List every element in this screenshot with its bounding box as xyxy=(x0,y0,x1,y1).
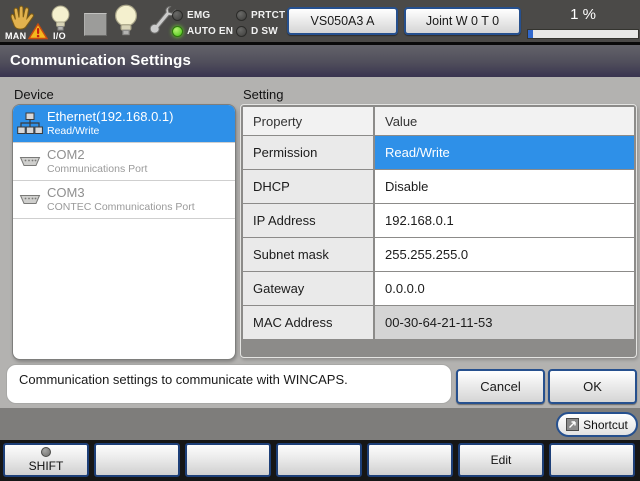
table-row: Permission Read/Write xyxy=(243,136,634,169)
robot-select-button[interactable]: VS050A3 A xyxy=(287,7,398,35)
title-bar: Communication Settings xyxy=(0,45,640,77)
column-header-value: Value xyxy=(375,107,634,135)
shortcut-label: Shortcut xyxy=(583,418,628,432)
function-key-edit[interactable]: Edit xyxy=(458,443,544,477)
coordinate-mode-button[interactable]: Joint W 0 T 0 xyxy=(404,7,521,35)
speed-percentage: 1 % xyxy=(530,6,636,23)
page-title: Communication Settings xyxy=(0,45,640,77)
ok-button[interactable]: OK xyxy=(548,369,637,404)
bottom-band xyxy=(0,408,640,440)
function-key-3[interactable] xyxy=(185,443,271,477)
function-key-2[interactable] xyxy=(94,443,180,477)
value-cell[interactable]: 192.168.0.1 xyxy=(375,204,634,237)
speed-progress-bar xyxy=(527,29,639,39)
indicator-d-sw: D SW xyxy=(236,26,278,37)
setting-section-label: Setting xyxy=(243,87,283,102)
shift-led-icon xyxy=(41,447,51,457)
manual-mode-label: MAN xyxy=(5,31,26,41)
serial-port-icon xyxy=(13,156,47,167)
function-key-bar: SHIFT Edit xyxy=(0,440,640,481)
value-cell[interactable]: Disable xyxy=(375,170,634,203)
device-section-label: Device xyxy=(14,87,54,102)
shortcut-icon xyxy=(566,418,579,431)
top-status-bar: MAN I/O EMG AUTO EN xyxy=(0,0,640,45)
value-cell[interactable]: 0.0.0.0 xyxy=(375,272,634,305)
help-message: Communication settings to communicate wi… xyxy=(6,364,452,404)
io-label: I/O xyxy=(53,31,66,41)
device-desc: CONTEC Communications Port xyxy=(47,202,195,213)
auto-en-led xyxy=(172,26,183,37)
property-cell: Gateway xyxy=(243,272,373,305)
function-key-shift[interactable]: SHIFT xyxy=(3,443,89,477)
property-cell: Permission xyxy=(243,136,373,169)
device-desc: Read/Write xyxy=(47,126,173,137)
value-cell: 00-30-64-21-11-53 xyxy=(375,306,634,339)
property-cell: DHCP xyxy=(243,170,373,203)
table-row: Gateway 0.0.0.0 xyxy=(243,272,634,305)
property-cell: IP Address xyxy=(243,204,373,237)
table-row: IP Address 192.168.0.1 xyxy=(243,204,634,237)
device-item-ethernet[interactable]: Ethernet(192.168.0.1) Read/Write xyxy=(13,105,235,143)
column-header-property: Property xyxy=(243,107,373,135)
d-sw-led xyxy=(236,26,247,37)
device-item-com2[interactable]: COM2 Communications Port xyxy=(13,143,235,181)
table-row: Subnet mask 255.255.255.0 xyxy=(243,238,634,271)
lamp-icon xyxy=(113,4,139,37)
io-lamp-icon xyxy=(50,5,71,32)
function-key-4[interactable] xyxy=(276,443,362,477)
warning-icon xyxy=(28,23,48,40)
device-name: COM3 xyxy=(47,186,195,200)
device-name: Ethernet(192.168.0.1) xyxy=(47,110,173,124)
device-list: Ethernet(192.168.0.1) Read/Write COM2 Co… xyxy=(12,104,236,360)
indicator-auto-en: AUTO EN xyxy=(172,26,233,37)
speed-progress-fill xyxy=(528,30,533,38)
property-cell: MAC Address xyxy=(243,306,373,339)
shortcut-button[interactable]: Shortcut xyxy=(556,412,638,437)
table-header-row: Property Value xyxy=(243,107,634,135)
value-cell[interactable]: Read/Write xyxy=(375,136,634,169)
device-name: COM2 xyxy=(47,148,147,162)
setting-table: Property Value Permission Read/Write DHC… xyxy=(240,104,637,358)
table-row: MAC Address 00-30-64-21-11-53 xyxy=(243,306,634,339)
prtct-led xyxy=(236,10,247,21)
function-key-7[interactable] xyxy=(549,443,635,477)
emg-led xyxy=(172,10,183,21)
ethernet-icon xyxy=(13,112,47,135)
table-row: DHCP Disable xyxy=(243,170,634,203)
teach-pendant-screen: MAN I/O EMG AUTO EN xyxy=(0,0,640,481)
serial-port-icon xyxy=(13,194,47,205)
cancel-button[interactable]: Cancel xyxy=(456,369,545,404)
device-desc: Communications Port xyxy=(47,164,147,175)
function-key-5[interactable] xyxy=(367,443,453,477)
device-item-com3[interactable]: COM3 CONTEC Communications Port xyxy=(13,181,235,219)
indicator-prtct: PRTCT xyxy=(236,10,285,21)
stop-square-icon xyxy=(84,13,107,36)
indicator-emg: EMG xyxy=(172,10,210,21)
value-cell[interactable]: 255.255.255.0 xyxy=(375,238,634,271)
property-cell: Subnet mask xyxy=(243,238,373,271)
